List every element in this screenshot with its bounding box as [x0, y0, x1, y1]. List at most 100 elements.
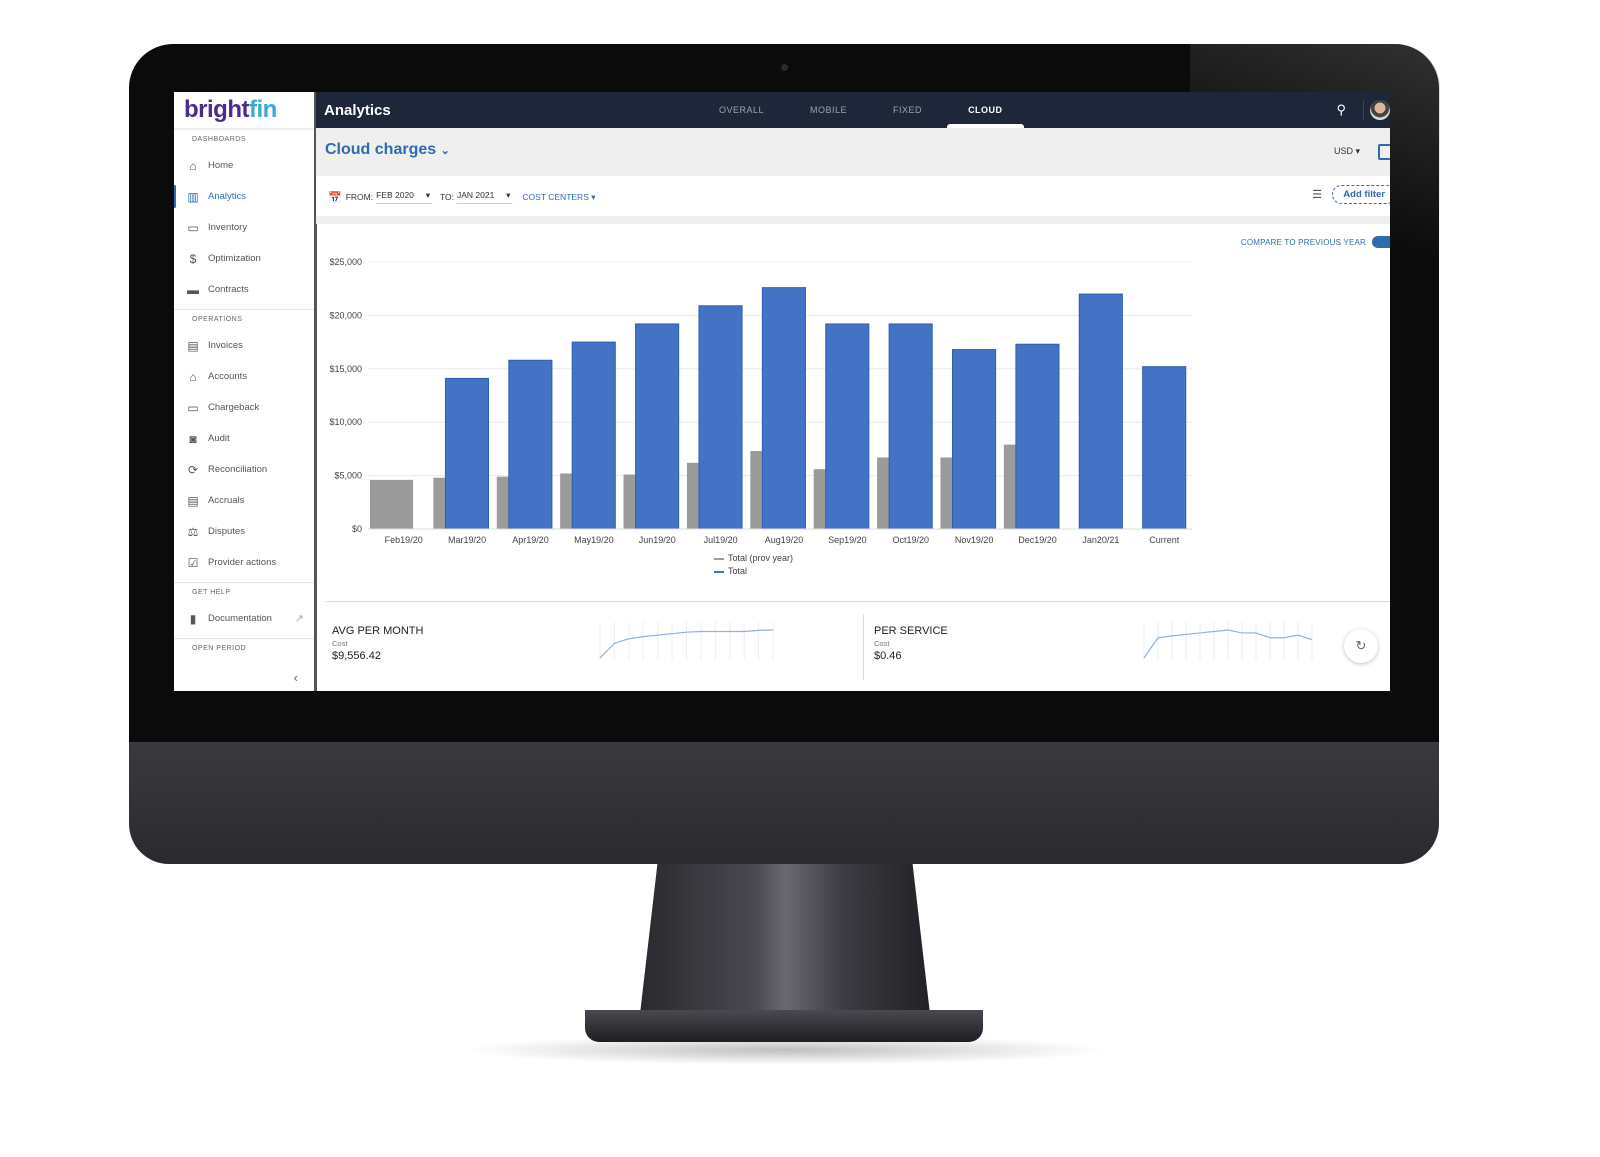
- sidebar-item-analytics[interactable]: ▥ Analytics: [174, 181, 314, 212]
- sidebar-item-accruals[interactable]: ▤ Accruals: [174, 485, 314, 516]
- sidebar-item-label: Optimization: [208, 253, 261, 264]
- document-icon: ▤: [187, 338, 199, 353]
- x-tick-label: Jul19/20: [704, 535, 738, 545]
- refresh-button[interactable]: ↻: [1344, 629, 1378, 663]
- cloud-charges-chart: $0 $5,000 $10,000 $15,000 $20,000 $25,000 Feb1…: [316, 226, 1390, 576]
- tab-mobile[interactable]: MOBILE: [787, 92, 870, 128]
- bar-total[interactable]: [952, 349, 997, 530]
- sidebar-item-disputes[interactable]: ⚖ Disputes: [174, 516, 314, 547]
- kpi-title: PER SERVICE: [874, 625, 948, 637]
- section-dashboards: DASHBOARDS: [192, 136, 247, 143]
- bar-total[interactable]: [571, 341, 616, 530]
- section-open-period: OPEN PERIOD: [192, 645, 247, 652]
- book-icon: ▮: [189, 611, 197, 626]
- x-tick-label: Mar19/20: [448, 535, 486, 545]
- page-title: Analytics: [324, 102, 391, 119]
- devices-icon: ▭: [187, 220, 199, 235]
- divider: [1363, 100, 1364, 120]
- user-avatar[interactable]: [1370, 100, 1390, 120]
- sidebar-item-label: Accruals: [208, 495, 245, 506]
- chart-legend: Total (prov year) Total: [714, 552, 793, 578]
- y-tick-label: $10,000: [329, 417, 362, 427]
- bar-total[interactable]: [1078, 293, 1123, 530]
- y-tick-label: $0: [352, 524, 362, 534]
- external-link-icon[interactable]: ↗: [295, 612, 304, 625]
- add-filter-button[interactable]: Add filter: [1332, 185, 1390, 204]
- bar-total[interactable]: [508, 359, 553, 530]
- bar-total[interactable]: [761, 287, 806, 530]
- legend-label: Total: [728, 566, 748, 576]
- sidebar-item-home[interactable]: ⌂ Home: [174, 150, 314, 181]
- sidebar-item-label: Home: [208, 160, 234, 171]
- y-tick-label: $15,000: [329, 364, 362, 374]
- sidebar-item-contracts[interactable]: ▬ Contracts: [174, 274, 314, 305]
- divider: [863, 614, 864, 680]
- x-tick-label: Nov19/20: [955, 535, 994, 545]
- dashboard-selector[interactable]: Cloud charges ⌄: [325, 141, 450, 159]
- bar-total[interactable]: [825, 323, 870, 530]
- brightfin-logo[interactable]: bright fin: [174, 92, 314, 130]
- currency-value: USD: [1333, 146, 1353, 156]
- sidebar-item-label: Contracts: [208, 284, 249, 295]
- legend-swatch: [714, 570, 724, 573]
- y-tick-label: $20,000: [329, 310, 362, 320]
- top-bar: Analytics OVERALL MOBILE FIXED CLOUD ⚲: [316, 92, 1390, 128]
- tab-fixed[interactable]: FIXED: [870, 92, 945, 128]
- monitor-stand-neck: [640, 864, 930, 1014]
- legend-item-prev-year[interactable]: Total (prov year): [714, 552, 793, 565]
- search-icon[interactable]: ⚲: [1336, 102, 1346, 118]
- dollar-icon: $: [189, 251, 197, 266]
- date-range: 📅 FROM: FEB 2020 ▾ TO: JAN 2021 ▾ COST C…: [328, 190, 596, 204]
- section-operations: OPERATIONS: [192, 316, 243, 323]
- bar-total[interactable]: [698, 305, 743, 530]
- filter-icon[interactable]: ☰: [1312, 188, 1322, 201]
- sidebar-item-accounts[interactable]: ⌂ Accounts: [174, 361, 314, 392]
- kpi-per-service: PER SERVICE Cost $0.46: [874, 625, 948, 662]
- chevron-down-icon: ⌄: [440, 145, 450, 157]
- bar-chart-icon: ▥: [187, 189, 199, 204]
- sidebar-item-label: Documentation: [208, 613, 272, 624]
- analytics-tabs: OVERALL MOBILE FIXED CLOUD: [696, 92, 1026, 128]
- bar-total[interactable]: [888, 323, 933, 530]
- sidebar-item-provider-actions[interactable]: ☑ Provider actions: [174, 547, 314, 578]
- sidebar-item-invoices[interactable]: ▤ Invoices: [174, 330, 314, 361]
- sidebar-item-documentation[interactable]: ▮ Documentation ↗: [174, 603, 314, 634]
- sidebar-item-label: Audit: [208, 433, 230, 444]
- kpi-subtitle: Cost: [874, 639, 890, 648]
- cost-centers-dropdown[interactable]: COST CENTERS ▾: [522, 192, 595, 203]
- sidebar-item-label: Disputes: [208, 526, 245, 537]
- sidebar-item-chargeback[interactable]: ▭ Chargeback: [174, 392, 314, 423]
- x-tick-label: Dec19/20: [1018, 535, 1057, 545]
- legend-label: Total (prov year): [728, 553, 794, 563]
- section-get-help: GET HELP: [192, 589, 231, 596]
- bar-total[interactable]: [635, 323, 680, 530]
- from-date-select[interactable]: FEB 2020 ▾: [376, 190, 432, 204]
- x-tick-label: May19/20: [574, 535, 614, 545]
- sidebar-item-reconciliation[interactable]: ⟳ Reconciliation: [174, 454, 314, 485]
- clipboard-icon: ▤: [187, 493, 199, 508]
- tab-cloud[interactable]: CLOUD: [945, 92, 1026, 128]
- sidebar-item-inventory[interactable]: ▭ Inventory: [174, 212, 314, 243]
- collapse-sidebar-chevron-icon[interactable]: ‹: [294, 670, 298, 685]
- sidebar-item-optimization[interactable]: $ Optimization: [174, 243, 314, 274]
- kpi-sparkline-service: [1143, 622, 1313, 660]
- bar-total[interactable]: [1015, 343, 1060, 530]
- sidebar-item-label: Analytics: [208, 191, 247, 202]
- bar-prev-year[interactable]: [370, 479, 414, 529]
- kpi-value: $0.46: [874, 650, 902, 662]
- kpi-subtitle: Cost: [332, 639, 348, 648]
- y-tick-label: $25,000: [329, 257, 362, 267]
- tab-overall[interactable]: OVERALL: [696, 92, 787, 128]
- to-date-select[interactable]: JAN 2021 ▾: [457, 190, 513, 204]
- legend-item-total[interactable]: Total: [714, 565, 793, 578]
- sidebar-item-label: Accounts: [208, 371, 248, 382]
- bar-total[interactable]: [1142, 366, 1187, 530]
- credit-card-icon: ▭: [187, 400, 199, 415]
- sidebar-item-audit[interactable]: ◙ Audit: [174, 423, 314, 454]
- dashboard-header: Cloud charges ⌄ USD ▾: [316, 128, 1390, 176]
- bar-total[interactable]: [444, 377, 490, 530]
- to-label: TO:: [439, 192, 454, 202]
- sidebar: bright fin DASHBOARDS ⌂ Home ▥ Analytics ▭ Inv…: [174, 92, 317, 691]
- export-icon[interactable]: [1378, 144, 1390, 160]
- currency-selector[interactable]: USD ▾: [1334, 146, 1360, 157]
